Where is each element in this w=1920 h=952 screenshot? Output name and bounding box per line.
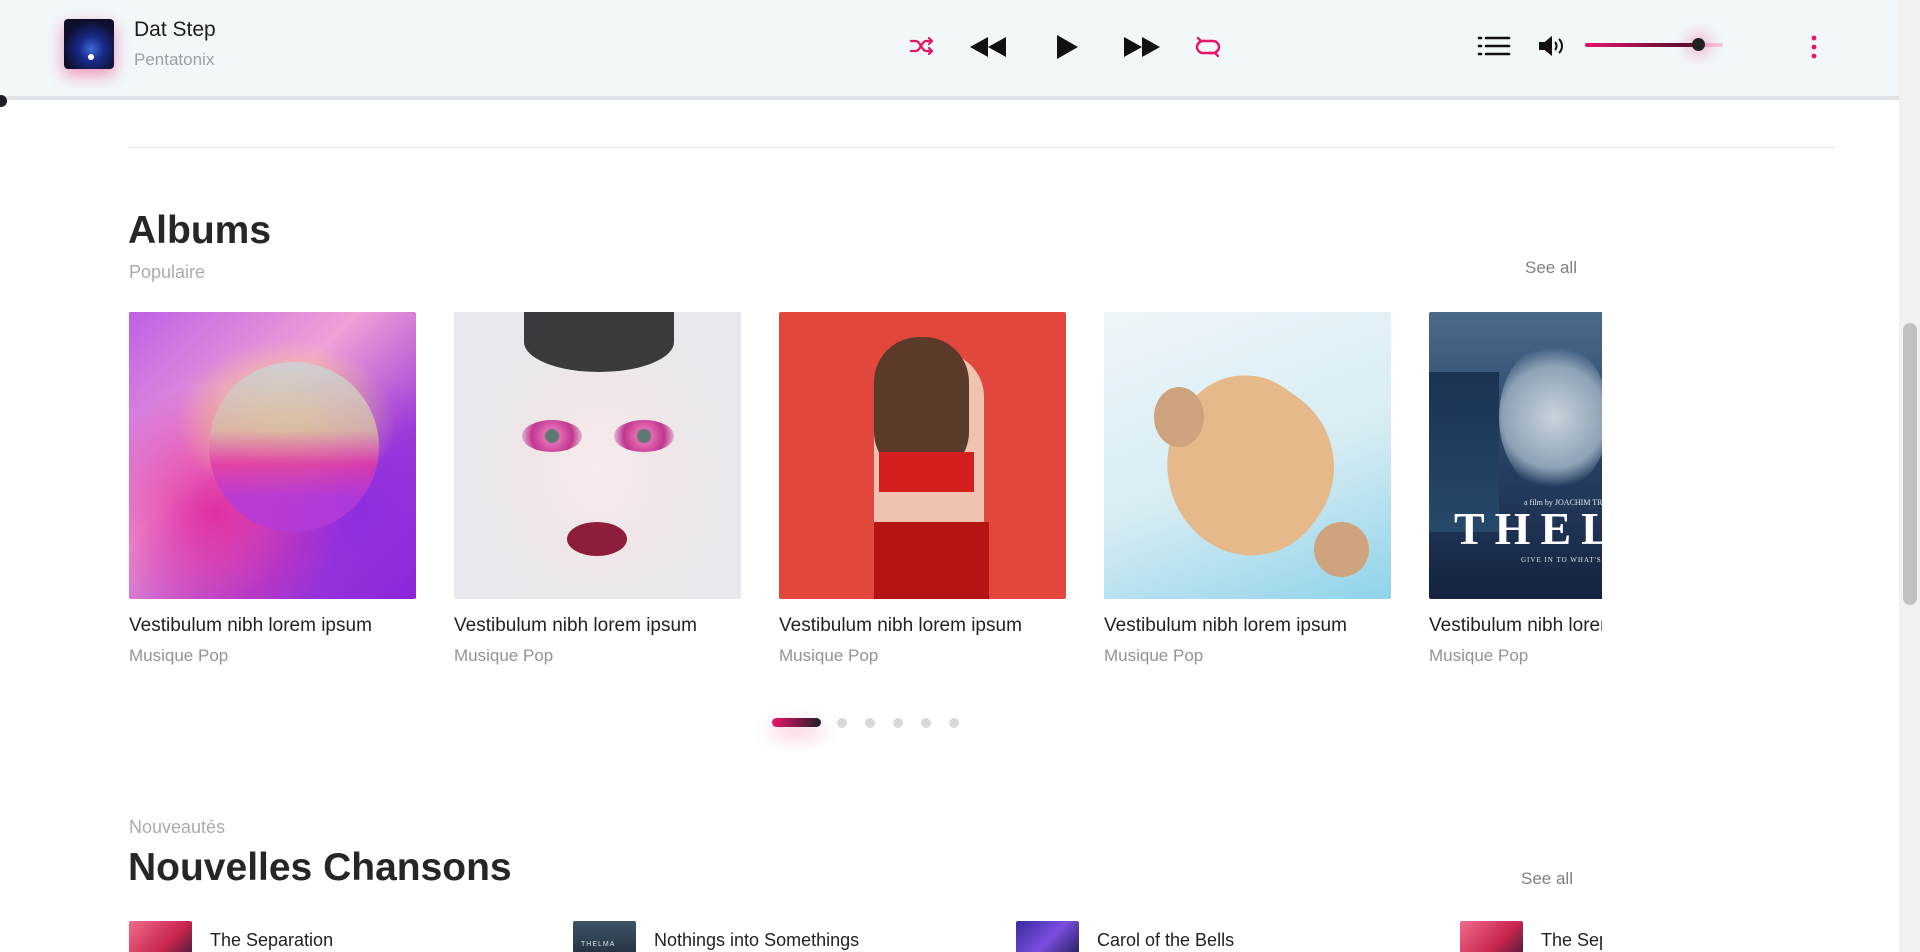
song-thumbnail-text: THELMA [581,941,616,948]
cover-light-dot [88,54,94,60]
now-playing-title[interactable]: Dat Step [134,18,216,42]
album-title[interactable]: Vestibulum nibh lorem ipsum [779,615,1066,637]
album-card[interactable]: Vestibulum nibh lorem ipsum Musique Pop [779,312,1066,666]
now-playing-bar: Dat Step Pentatonix [0,0,1920,100]
song-item[interactable]: The Separation [129,921,549,952]
volume-icon [1539,36,1563,56]
poster-tagline: GIVE IN TO WHAT'S UND [1521,556,1602,564]
albums-heading: Albums [128,209,272,252]
volume-slider-handle[interactable] [1692,38,1706,51]
volume-button[interactable] [1537,35,1567,57]
song-thumbnail[interactable]: THELMA [573,921,636,952]
songs-heading: Nouvelles Chansons [128,846,512,889]
pager-dot[interactable] [949,718,959,728]
songs-subheading: Nouveautés [129,817,226,837]
cover-shape [1499,342,1602,492]
pager-dot-active[interactable] [772,718,821,727]
track-progress-handle[interactable] [0,95,7,107]
repeat-icon [1195,36,1221,58]
now-playing-cover[interactable] [64,19,114,69]
album-genre: Musique Pop [779,646,879,665]
now-playing-artist[interactable]: Pentatonix [134,50,214,70]
album-cover[interactable] [1104,312,1391,599]
cover-shape [614,420,674,452]
album-genre: Musique Pop [1104,646,1204,665]
album-card[interactable]: Vestibulum nibh lorem ipsum Musique Pop [129,312,416,666]
albums-subheading: Populaire [129,262,206,282]
album-genre: Musique Pop [1429,646,1529,665]
section-divider [128,147,1835,148]
music-app-page: Dat Step Pentatonix Albums Populaire See… [0,0,1920,952]
shuffle-button[interactable] [906,33,938,59]
cover-shape [874,522,989,599]
cover-shape [1154,387,1204,447]
playlist-button[interactable] [1476,34,1512,58]
song-title[interactable]: Carol of the Bells [1097,930,1234,951]
song-item[interactable]: Carol of the Bells [1016,921,1436,952]
songs-see-all-link[interactable]: See all [1521,869,1573,889]
album-title[interactable]: Vestibulum nibh lorem ipsum [1104,615,1391,637]
pager-dot[interactable] [921,718,931,728]
album-card[interactable]: a film by JOACHIM TR THEL GIVE IN TO WHA… [1429,312,1602,666]
album-title[interactable]: Vestibulum nibh lorem ipsum [129,615,416,637]
albums-carousel: Vestibulum nibh lorem ipsum Musique Pop … [129,312,1602,672]
album-genre: Musique Pop [454,646,554,665]
song-item[interactable]: THELMA Nothings into Somethings [573,921,993,952]
album-cover[interactable] [129,312,416,599]
album-cover[interactable]: a film by JOACHIM TR THEL GIVE IN TO WHA… [1429,312,1602,599]
cover-shape [1314,522,1369,577]
album-title[interactable]: Vestibulum nibh lorem ipsum [454,615,741,637]
page-scrollbar-thumb[interactable] [1903,323,1917,605]
cover-shape [567,522,627,556]
poster-title: THEL [1454,503,1602,554]
rewind-icon [970,37,1006,57]
album-cover[interactable] [454,312,741,599]
albums-see-all-link[interactable]: See all [1525,258,1577,278]
fast-forward-icon [1124,37,1160,57]
pager-dot[interactable] [837,718,847,728]
fast-forward-button[interactable] [1118,32,1166,62]
play-icon [1057,35,1078,59]
song-item[interactable]: The Sep [1460,921,1602,952]
more-vertical-icon [1811,35,1817,59]
shuffle-icon [909,36,934,56]
play-button[interactable] [1050,30,1084,64]
album-title[interactable]: Vestibulum nibh lorem ipsum [1429,615,1602,637]
song-thumbnail[interactable] [1016,921,1079,952]
cover-shape [879,452,974,492]
song-title[interactable]: The Sep [1541,930,1602,951]
album-cover[interactable] [779,312,1066,599]
cover-shape [209,362,379,532]
rewind-button[interactable] [964,32,1012,62]
album-card[interactable]: Vestibulum nibh lorem ipsum Musique Pop [454,312,741,666]
song-thumbnail[interactable] [129,921,192,952]
song-thumbnail[interactable] [1460,921,1523,952]
pager-dot[interactable] [893,718,903,728]
volume-slider[interactable] [1585,38,1723,51]
cover-shape [522,420,582,452]
album-genre: Musique Pop [129,646,229,665]
song-title[interactable]: The Separation [210,930,333,951]
pager-dot[interactable] [865,718,875,728]
song-title[interactable]: Nothings into Somethings [654,930,859,951]
volume-slider-fill [1585,43,1699,47]
repeat-button[interactable] [1192,33,1224,61]
cover-shape [524,312,674,372]
album-card[interactable]: Vestibulum nibh lorem ipsum Musique Pop [1104,312,1391,666]
more-options-button[interactable] [1804,32,1824,62]
playlist-icon [1477,36,1511,56]
